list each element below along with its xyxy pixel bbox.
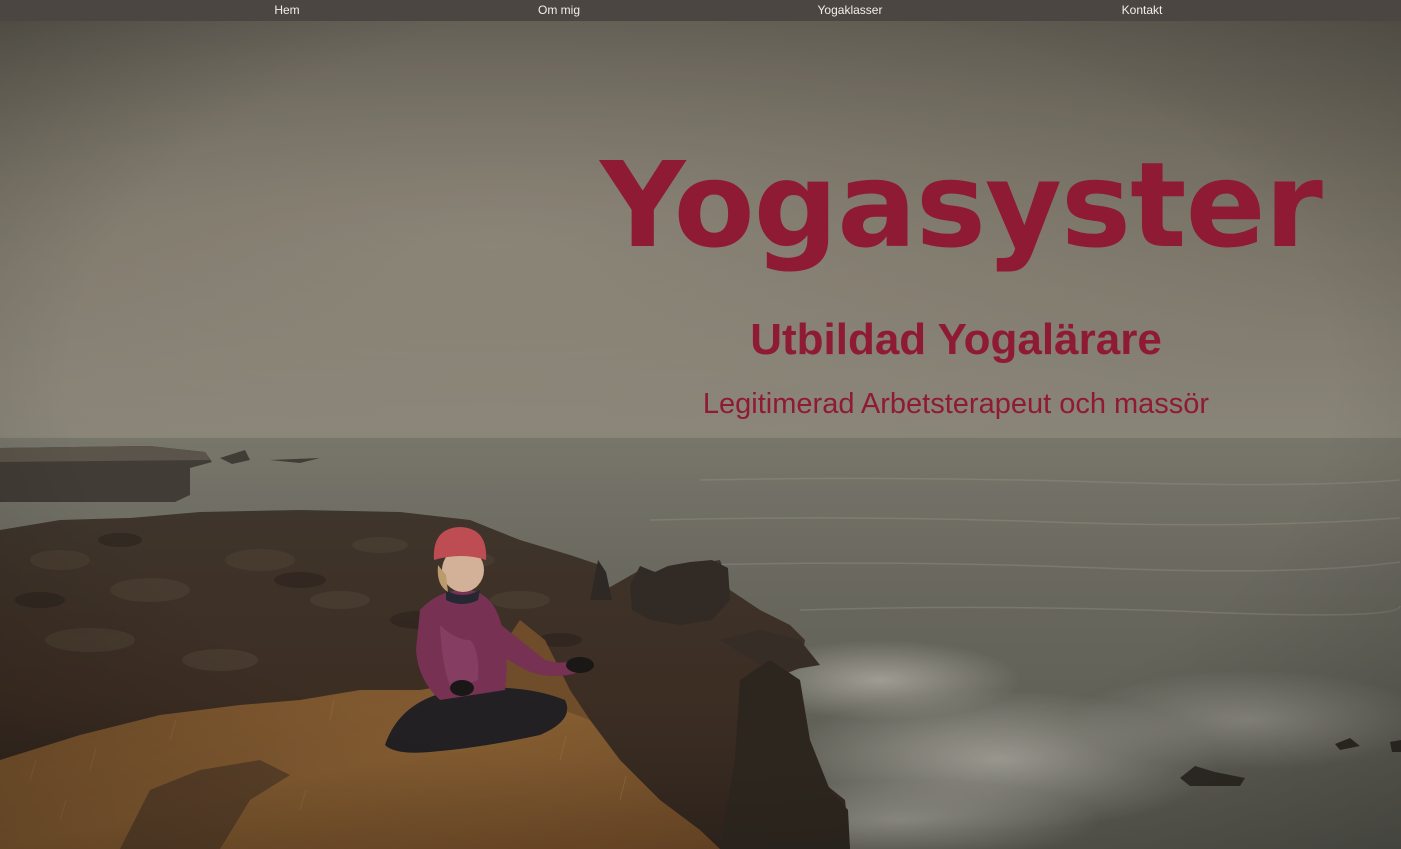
site-title: Yogasyster <box>600 136 1323 274</box>
nav-link-kontakt[interactable]: Kontakt <box>1122 0 1163 21</box>
hero-background-photo <box>0 0 1401 849</box>
page: Hem Om mig Yogaklasser Kontakt Yogasyste… <box>0 0 1401 849</box>
nav-link-yogaklasser[interactable]: Yogaklasser <box>818 0 883 21</box>
nav-link-hem[interactable]: Hem <box>274 0 299 21</box>
hero-subtitle: Utbildad Yogalärare <box>750 315 1162 364</box>
top-navigation: Hem Om mig Yogaklasser Kontakt <box>0 0 1401 21</box>
hero-tagline: Legitimerad Arbetsterapeut och massör <box>702 388 1210 420</box>
nav-link-om-mig[interactable]: Om mig <box>538 0 580 21</box>
